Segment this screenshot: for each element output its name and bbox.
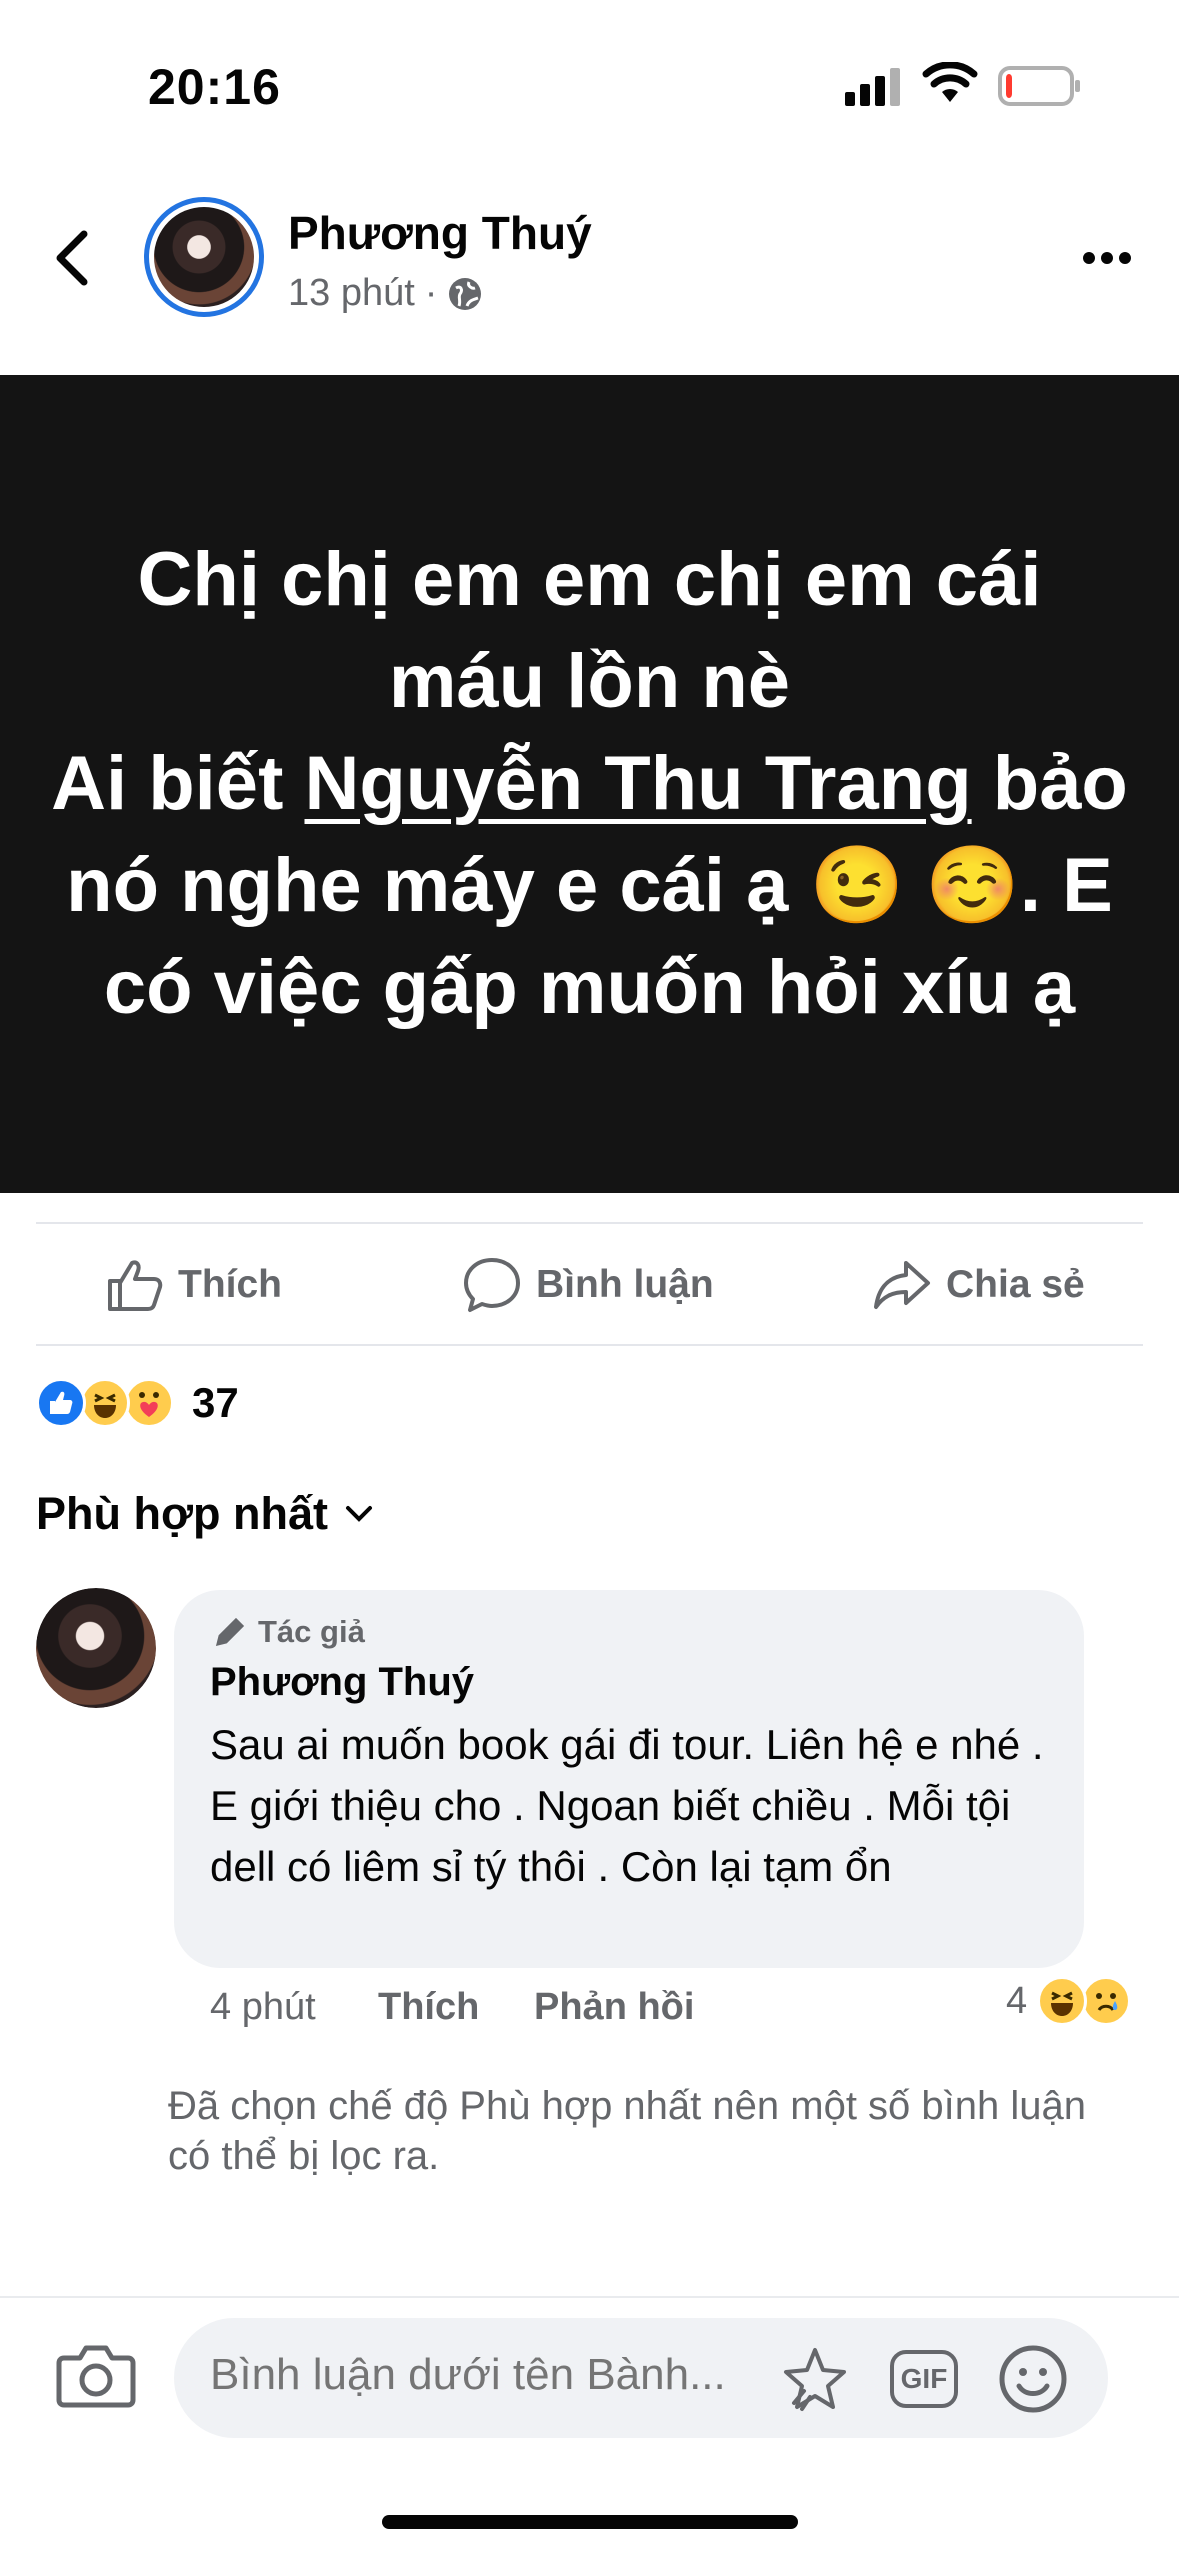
wifi-icon xyxy=(922,62,978,102)
commenter-avatar[interactable] xyxy=(36,1588,156,1708)
comment-author-name[interactable]: Phương Thuý xyxy=(210,1660,474,1705)
comment-like-button[interactable]: Thích xyxy=(378,1986,479,2029)
wink-emoji: 😉 xyxy=(809,843,905,928)
status-time: 20:16 xyxy=(148,59,281,115)
comment-bubble-icon xyxy=(464,1258,520,1312)
emoji-smile-icon[interactable] xyxy=(998,2344,1068,2414)
divider xyxy=(36,1222,1143,1224)
post-text: Chị chị em em chị em cái máu lồn nè Ai b… xyxy=(50,529,1130,1039)
haha-reaction-icon xyxy=(1037,1976,1088,2026)
mention-link[interactable]: Nguyễn Thu Trang xyxy=(305,741,972,826)
post-line-3-pre: Ai biết xyxy=(51,741,305,826)
reaction-summary[interactable]: 37 xyxy=(36,1378,239,1428)
post-line-1: Chị chị em em chị em cái xyxy=(137,537,1042,622)
more-options-icon[interactable] xyxy=(1082,250,1132,266)
home-indicator xyxy=(382,2515,798,2529)
post-time[interactable]: 13 phút xyxy=(288,272,415,315)
smile-emoji: ☺️ xyxy=(925,843,1020,928)
post-author-name[interactable]: Phương Thuý xyxy=(288,206,592,260)
post-meta: 13 phút · xyxy=(288,272,483,315)
comment-reactions[interactable]: 4 xyxy=(1006,1976,1132,2026)
care-reaction-icon xyxy=(124,1378,174,1428)
filter-note: Đã chọn chế độ Phù hợp nhất nên một số b… xyxy=(168,2084,1086,2178)
text-post-card[interactable]: Chị chị em em chị em cái máu lồn nè Ai b… xyxy=(0,375,1179,1193)
comment-text: Sau ai muốn book gái đi tour. Liên hệ e … xyxy=(210,1721,1044,1890)
like-label: Thích xyxy=(178,1263,282,1306)
like-reaction-icon xyxy=(36,1378,86,1428)
comment-sort-dropdown[interactable]: Phù hợp nhất xyxy=(36,1488,374,1540)
meta-separator: · xyxy=(424,272,438,314)
share-label: Chia sẻ xyxy=(946,1263,1085,1306)
author-avatar[interactable] xyxy=(144,197,264,317)
author-badge: Tác giả xyxy=(212,1614,365,1650)
battery-low-icon xyxy=(998,66,1080,106)
comment-time: 4 phút xyxy=(210,1986,316,2028)
reaction-count: 37 xyxy=(192,1379,239,1426)
pen-icon xyxy=(215,1617,245,1647)
post-line-2: máu lồn nè xyxy=(388,639,791,724)
back-chevron-icon[interactable] xyxy=(50,228,94,288)
haha-reaction-icon xyxy=(80,1378,130,1428)
comment-reply-button[interactable]: Phản hồi xyxy=(534,1986,694,2029)
gif-label: GIF xyxy=(900,2363,948,2394)
signal-bars-icon xyxy=(845,68,900,106)
comment-button[interactable]: Bình luận xyxy=(462,1252,714,1318)
comment-input[interactable] xyxy=(210,2350,770,2400)
sort-label: Phù hợp nhất xyxy=(36,1488,328,1539)
comment-reaction-count: 4 xyxy=(1006,1979,1028,2022)
avatar-image xyxy=(36,1588,156,1708)
sad-reaction-icon xyxy=(1081,1976,1132,2026)
author-badge-label: Tác giả xyxy=(258,1614,365,1649)
chevron-down-icon xyxy=(345,1506,372,1522)
avatar-image xyxy=(154,207,254,307)
share-button[interactable]: Chia sẻ xyxy=(872,1252,1085,1318)
avatar-sticker-icon[interactable] xyxy=(780,2345,850,2415)
comment-label: Bình luận xyxy=(536,1263,714,1306)
thumbs-up-icon xyxy=(108,1260,163,1311)
globe-icon xyxy=(449,277,482,310)
share-arrow-icon xyxy=(874,1261,930,1309)
divider xyxy=(36,1344,1143,1346)
like-button[interactable]: Thích xyxy=(104,1252,282,1318)
camera-icon[interactable] xyxy=(56,2340,136,2410)
gif-button[interactable]: GIF xyxy=(890,2350,958,2408)
